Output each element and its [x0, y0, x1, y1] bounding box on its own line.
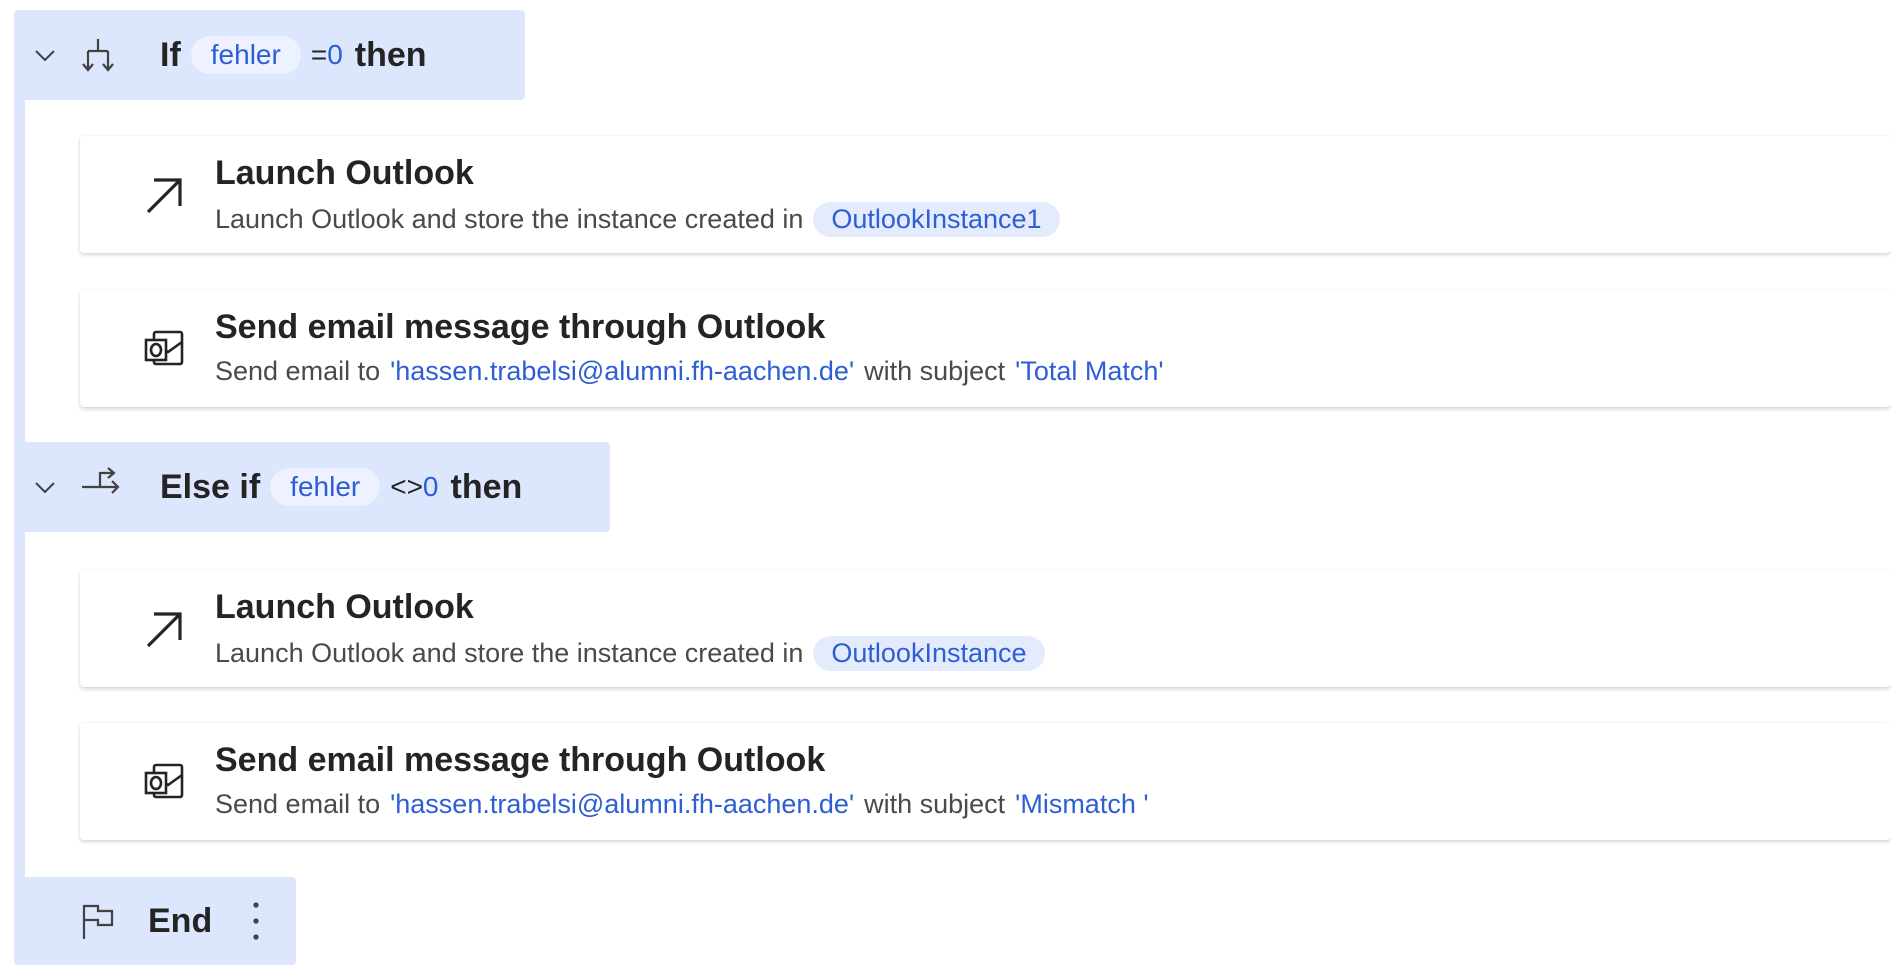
action-description: Launch Outlook and store the instance cr… [215, 636, 1045, 671]
action-description: Send email to 'hassen.trabelsi@alumni.fh… [215, 356, 1174, 387]
end-block[interactable]: End [14, 877, 296, 965]
then-keyword: then [354, 35, 427, 74]
description-text: Send email to [215, 356, 381, 386]
chevron-down-icon[interactable] [32, 442, 58, 532]
outlook-mail-icon [142, 290, 188, 407]
description-text: with subject [864, 356, 1006, 386]
if-keyword: If [160, 35, 181, 74]
action-card-launch-outlook[interactable]: Launch Outlook Launch Outlook and store … [80, 136, 1891, 253]
else-if-condition: Else if fehler <> 0 then [160, 442, 522, 532]
variable-pill[interactable]: fehler [190, 36, 301, 74]
action-title: Send email message through Outlook [215, 741, 826, 779]
condition-operator: <> [390, 471, 423, 502]
condition-operator: = [310, 39, 328, 70]
action-description: Launch Outlook and store the instance cr… [215, 202, 1060, 237]
action-title: Launch Outlook [215, 154, 474, 192]
if-block-header[interactable]: If fehler = 0 then [14, 10, 525, 100]
action-card-send-email[interactable]: Send email message through Outlook Send … [80, 723, 1891, 840]
if-branch-icon [78, 10, 118, 100]
chevron-down-icon[interactable] [32, 10, 58, 100]
recipient-value: 'hassen.trabelsi@alumni.fh-aachen.de' [390, 789, 855, 819]
description-text: Launch Outlook and store the instance cr… [215, 638, 804, 668]
then-keyword: then [450, 467, 523, 506]
else-if-branch-icon [78, 442, 122, 532]
action-title: Launch Outlook [215, 588, 474, 626]
action-card-send-email[interactable]: Send email message through Outlook Send … [80, 290, 1891, 407]
description-text: Launch Outlook and store the instance cr… [215, 204, 804, 234]
else-if-keyword: Else if [160, 467, 261, 506]
subject-value: 'Mismatch ' [1015, 789, 1149, 819]
action-description: Send email to 'hassen.trabelsi@alumni.fh… [215, 789, 1159, 820]
variable-pill[interactable]: OutlookInstance [813, 636, 1045, 671]
else-if-block-header[interactable]: Else if fehler <> 0 then [14, 442, 610, 532]
arrow-up-right-icon [142, 570, 188, 687]
action-title: Send email message through Outlook [215, 308, 826, 346]
if-condition: If fehler = 0 then [160, 10, 427, 100]
flag-icon [80, 877, 116, 965]
condition-value: 0 [422, 471, 439, 502]
subject-value: 'Total Match' [1015, 356, 1164, 386]
description-text: Send email to [215, 789, 381, 819]
end-label: End [148, 901, 213, 940]
arrow-up-right-icon [142, 136, 188, 253]
outlook-mail-icon [142, 723, 188, 840]
description-text: with subject [864, 789, 1006, 819]
recipient-value: 'hassen.trabelsi@alumni.fh-aachen.de' [390, 356, 855, 386]
action-card-launch-outlook[interactable]: Launch Outlook Launch Outlook and store … [80, 570, 1891, 687]
condition-value: 0 [327, 39, 343, 70]
variable-pill[interactable]: OutlookInstance1 [813, 202, 1060, 237]
variable-pill[interactable]: fehler [270, 468, 381, 506]
more-vertical-icon[interactable] [250, 877, 262, 965]
